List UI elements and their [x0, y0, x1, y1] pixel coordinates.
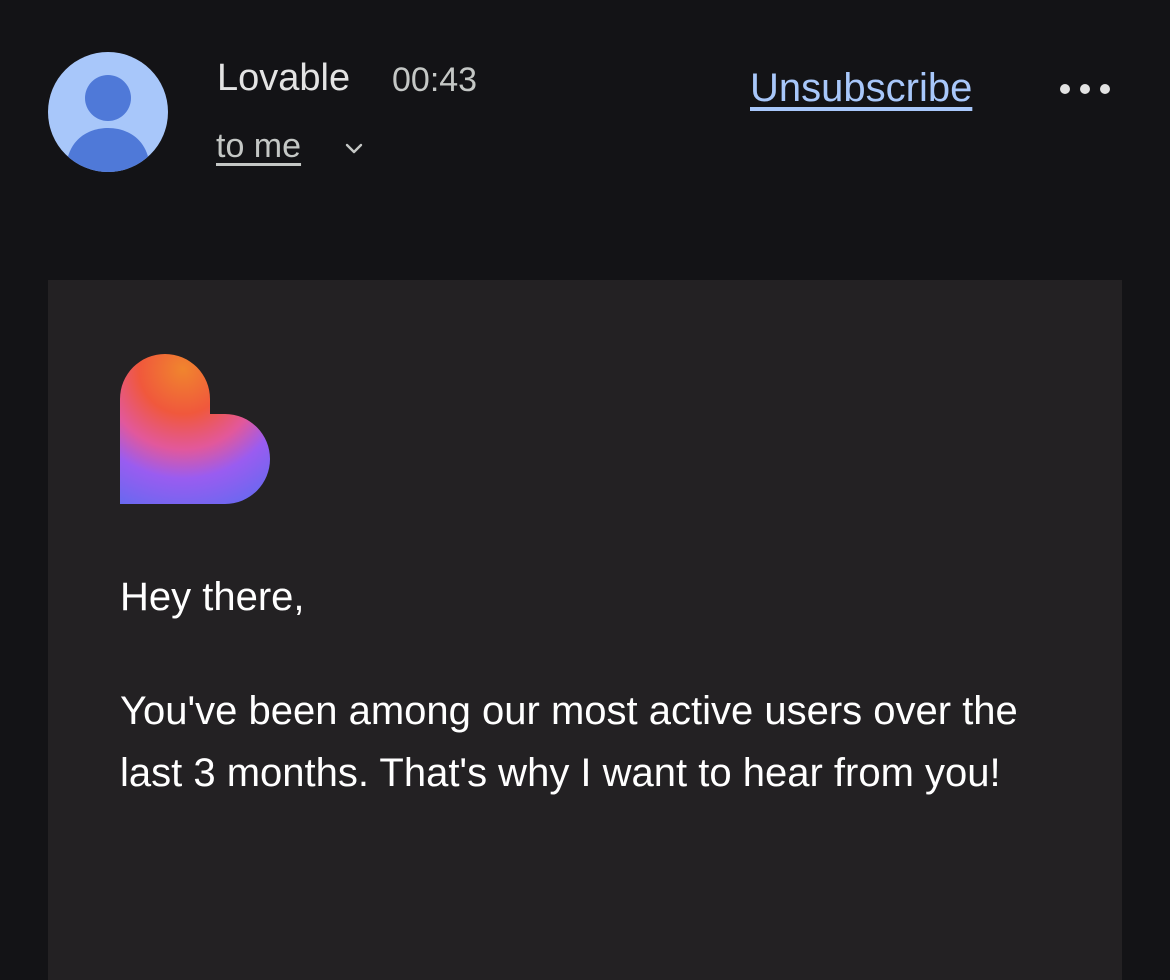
recipient-toggle[interactable]: to me — [216, 126, 301, 166]
email-greeting: Hey there, — [120, 575, 305, 619]
unsubscribe-link[interactable]: Unsubscribe — [750, 65, 972, 111]
email-body: Hey there, You've been among our most ac… — [48, 280, 1122, 980]
sender-avatar[interactable] — [48, 52, 168, 172]
email-timestamp: 00:43 — [392, 61, 478, 99]
lovable-heart-logo — [120, 354, 270, 504]
email-paragraph: You've been among our most active users … — [120, 689, 1018, 795]
chevron-down-icon[interactable] — [342, 136, 366, 160]
sender-name[interactable]: Lovable — [217, 57, 350, 99]
person-icon — [66, 75, 150, 172]
more-horizontal-icon[interactable] — [1056, 74, 1114, 104]
